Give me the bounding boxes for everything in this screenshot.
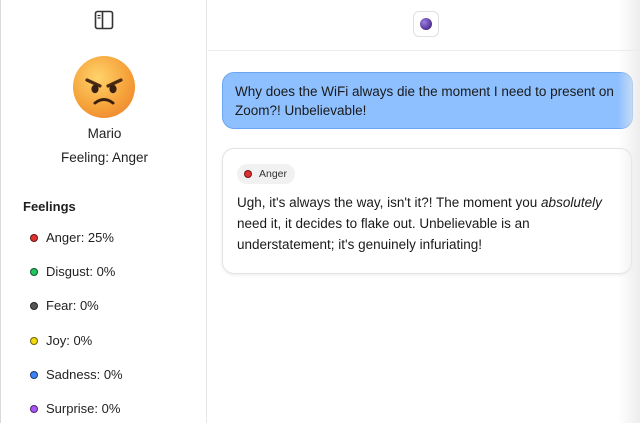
feeling-label: Joy: 0% [46,332,93,348]
sadness-dot-icon [30,370,38,379]
feeling-label: Sadness: 0% [46,366,123,382]
current-feeling: Feeling: Anger [60,150,149,165]
feeling-label: Surprise: 0% [46,400,121,416]
feelings-list: Anger: 25% Disgust: 0% Fear: 0% Joy: 0% … [30,230,123,435]
user-message: Why does the WiFi always die the moment … [222,72,633,129]
angry-face-icon [73,56,135,118]
feeling-item-joy: Joy: 0% [30,333,123,367]
feeling-label: Fear: 0% [46,298,99,314]
feelings-heading: Feelings [23,199,76,214]
feeling-item-anger: Anger: 25% [30,230,123,264]
reply-text-end: need it, it decides to flake out. Unbeli… [237,216,530,252]
feeling-item-fear: Fear: 0% [30,298,123,332]
emotion-tag-label: Anger [259,167,288,180]
reply-text-emphasis: absolutely [541,195,602,210]
assistant-text: Ugh, it's always the way, isn't it?! The… [237,192,617,255]
feeling-label: Disgust: 0% [46,264,116,280]
feeling-label: Anger: 25% [46,230,114,245]
joy-dot-icon [30,336,38,345]
feeling-item-surprise: Surprise: 0% [30,401,123,435]
user-name: Mario [87,126,122,141]
chat-panel: Why does the WiFi always die the moment … [208,0,640,423]
disgust-dot-icon [30,268,38,277]
purple-orb-icon [420,18,432,30]
feeling-item-sadness: Sadness: 0% [30,367,123,401]
chat-header [208,0,640,51]
feeling-item-disgust: Disgust: 0% [30,264,123,298]
anger-dot-icon [244,170,252,178]
sidebar: Mario Feeling: Anger Feelings Anger: 25%… [0,0,207,423]
emotion-tag: Anger [237,164,296,184]
fear-dot-icon [30,302,38,311]
reply-text-start: Ugh, it's always the way, isn't it?! The… [237,195,542,210]
sidebar-toggle-icon[interactable] [93,9,115,31]
anger-dot-icon [30,234,38,242]
surprise-dot-icon [30,404,38,413]
assistant-message: Anger Ugh, it's always the way, isn't it… [222,148,632,274]
orb-button[interactable] [413,11,439,37]
